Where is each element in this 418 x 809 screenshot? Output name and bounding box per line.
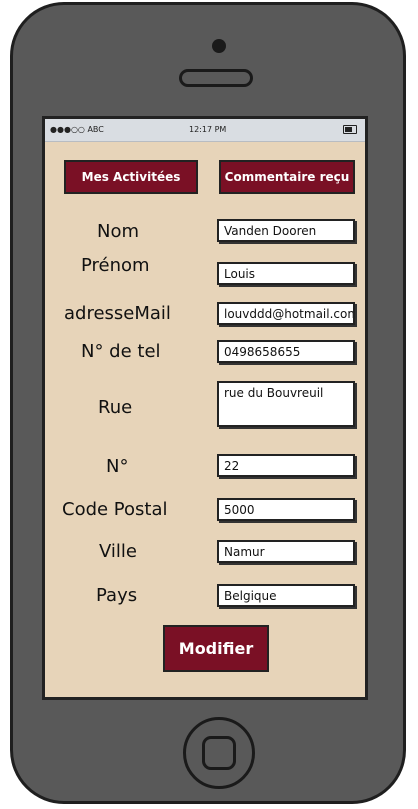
battery-icon bbox=[343, 125, 357, 134]
status-time: 12:17 PM bbox=[189, 125, 227, 134]
home-square-icon bbox=[202, 736, 236, 770]
rue-label: Rue bbox=[98, 397, 133, 418]
pays-field[interactable]: Belgique bbox=[217, 584, 355, 607]
email-label: adresseMail bbox=[64, 303, 171, 324]
numero-field[interactable]: 22 bbox=[217, 454, 355, 477]
carrier-signal: ●●●○○ ABC bbox=[50, 125, 104, 134]
camera-icon bbox=[212, 39, 226, 53]
prenom-label: Prénom bbox=[81, 255, 150, 276]
app-screen: ●●●○○ ABC 12:17 PM Mes Activitées Commen… bbox=[42, 116, 368, 700]
tel-label: N° de tel bbox=[81, 341, 161, 362]
home-button[interactable] bbox=[183, 717, 255, 789]
speaker-grille bbox=[179, 69, 253, 87]
prenom-field[interactable]: Louis bbox=[217, 262, 355, 285]
numero-label: N° bbox=[106, 456, 129, 477]
email-field[interactable]: louvddd@hotmail.com bbox=[217, 302, 355, 325]
nom-label: Nom bbox=[97, 221, 140, 242]
ville-label: Ville bbox=[99, 541, 137, 562]
rue-field[interactable]: rue du Bouvreuil bbox=[217, 381, 355, 427]
commentaire-recu-button[interactable]: Commentaire reçu bbox=[219, 160, 355, 194]
nom-field[interactable]: Vanden Dooren bbox=[217, 219, 355, 242]
code-postal-label: Code Postal bbox=[62, 499, 168, 520]
tel-field[interactable]: 0498658655 bbox=[217, 340, 355, 363]
mes-activites-button[interactable]: Mes Activitées bbox=[64, 160, 198, 194]
ville-field[interactable]: Namur bbox=[217, 540, 355, 563]
modifier-button[interactable]: Modifier bbox=[163, 625, 269, 672]
status-bar: ●●●○○ ABC 12:17 PM bbox=[45, 119, 365, 142]
code-postal-field[interactable]: 5000 bbox=[217, 498, 355, 521]
pays-label: Pays bbox=[96, 585, 138, 606]
